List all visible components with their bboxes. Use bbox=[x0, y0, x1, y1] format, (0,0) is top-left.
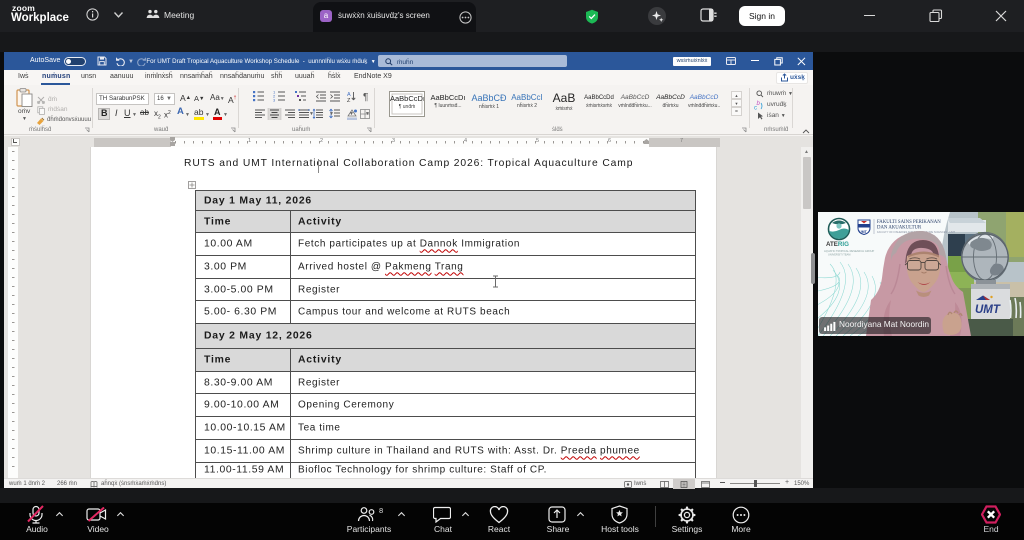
svg-text:3: 3 bbox=[273, 98, 276, 103]
svg-text:FAKULTI SAINS PERIKANAN: FAKULTI SAINS PERIKANAN bbox=[877, 220, 941, 225]
svg-text:Z: Z bbox=[347, 98, 351, 102]
svg-text:ATERIG: ATERIG bbox=[826, 241, 849, 248]
svg-text:¶: ¶ bbox=[363, 92, 368, 102]
svg-text:c: c bbox=[754, 106, 757, 111]
svg-text:DAN AKUAKULTUR: DAN AKUAKULTUR bbox=[877, 226, 922, 231]
svg-text:UMT: UMT bbox=[975, 304, 1001, 316]
svg-text:b: b bbox=[757, 101, 761, 107]
svg-text:UNIVERSITI TEAM: UNIVERSITI TEAM bbox=[828, 253, 850, 257]
svg-text:AQUATIC TROPICAL RESEARCH GROU: AQUATIC TROPICAL RESEARCH GROUP bbox=[824, 249, 875, 253]
svg-text:UMT: UMT bbox=[859, 230, 868, 234]
